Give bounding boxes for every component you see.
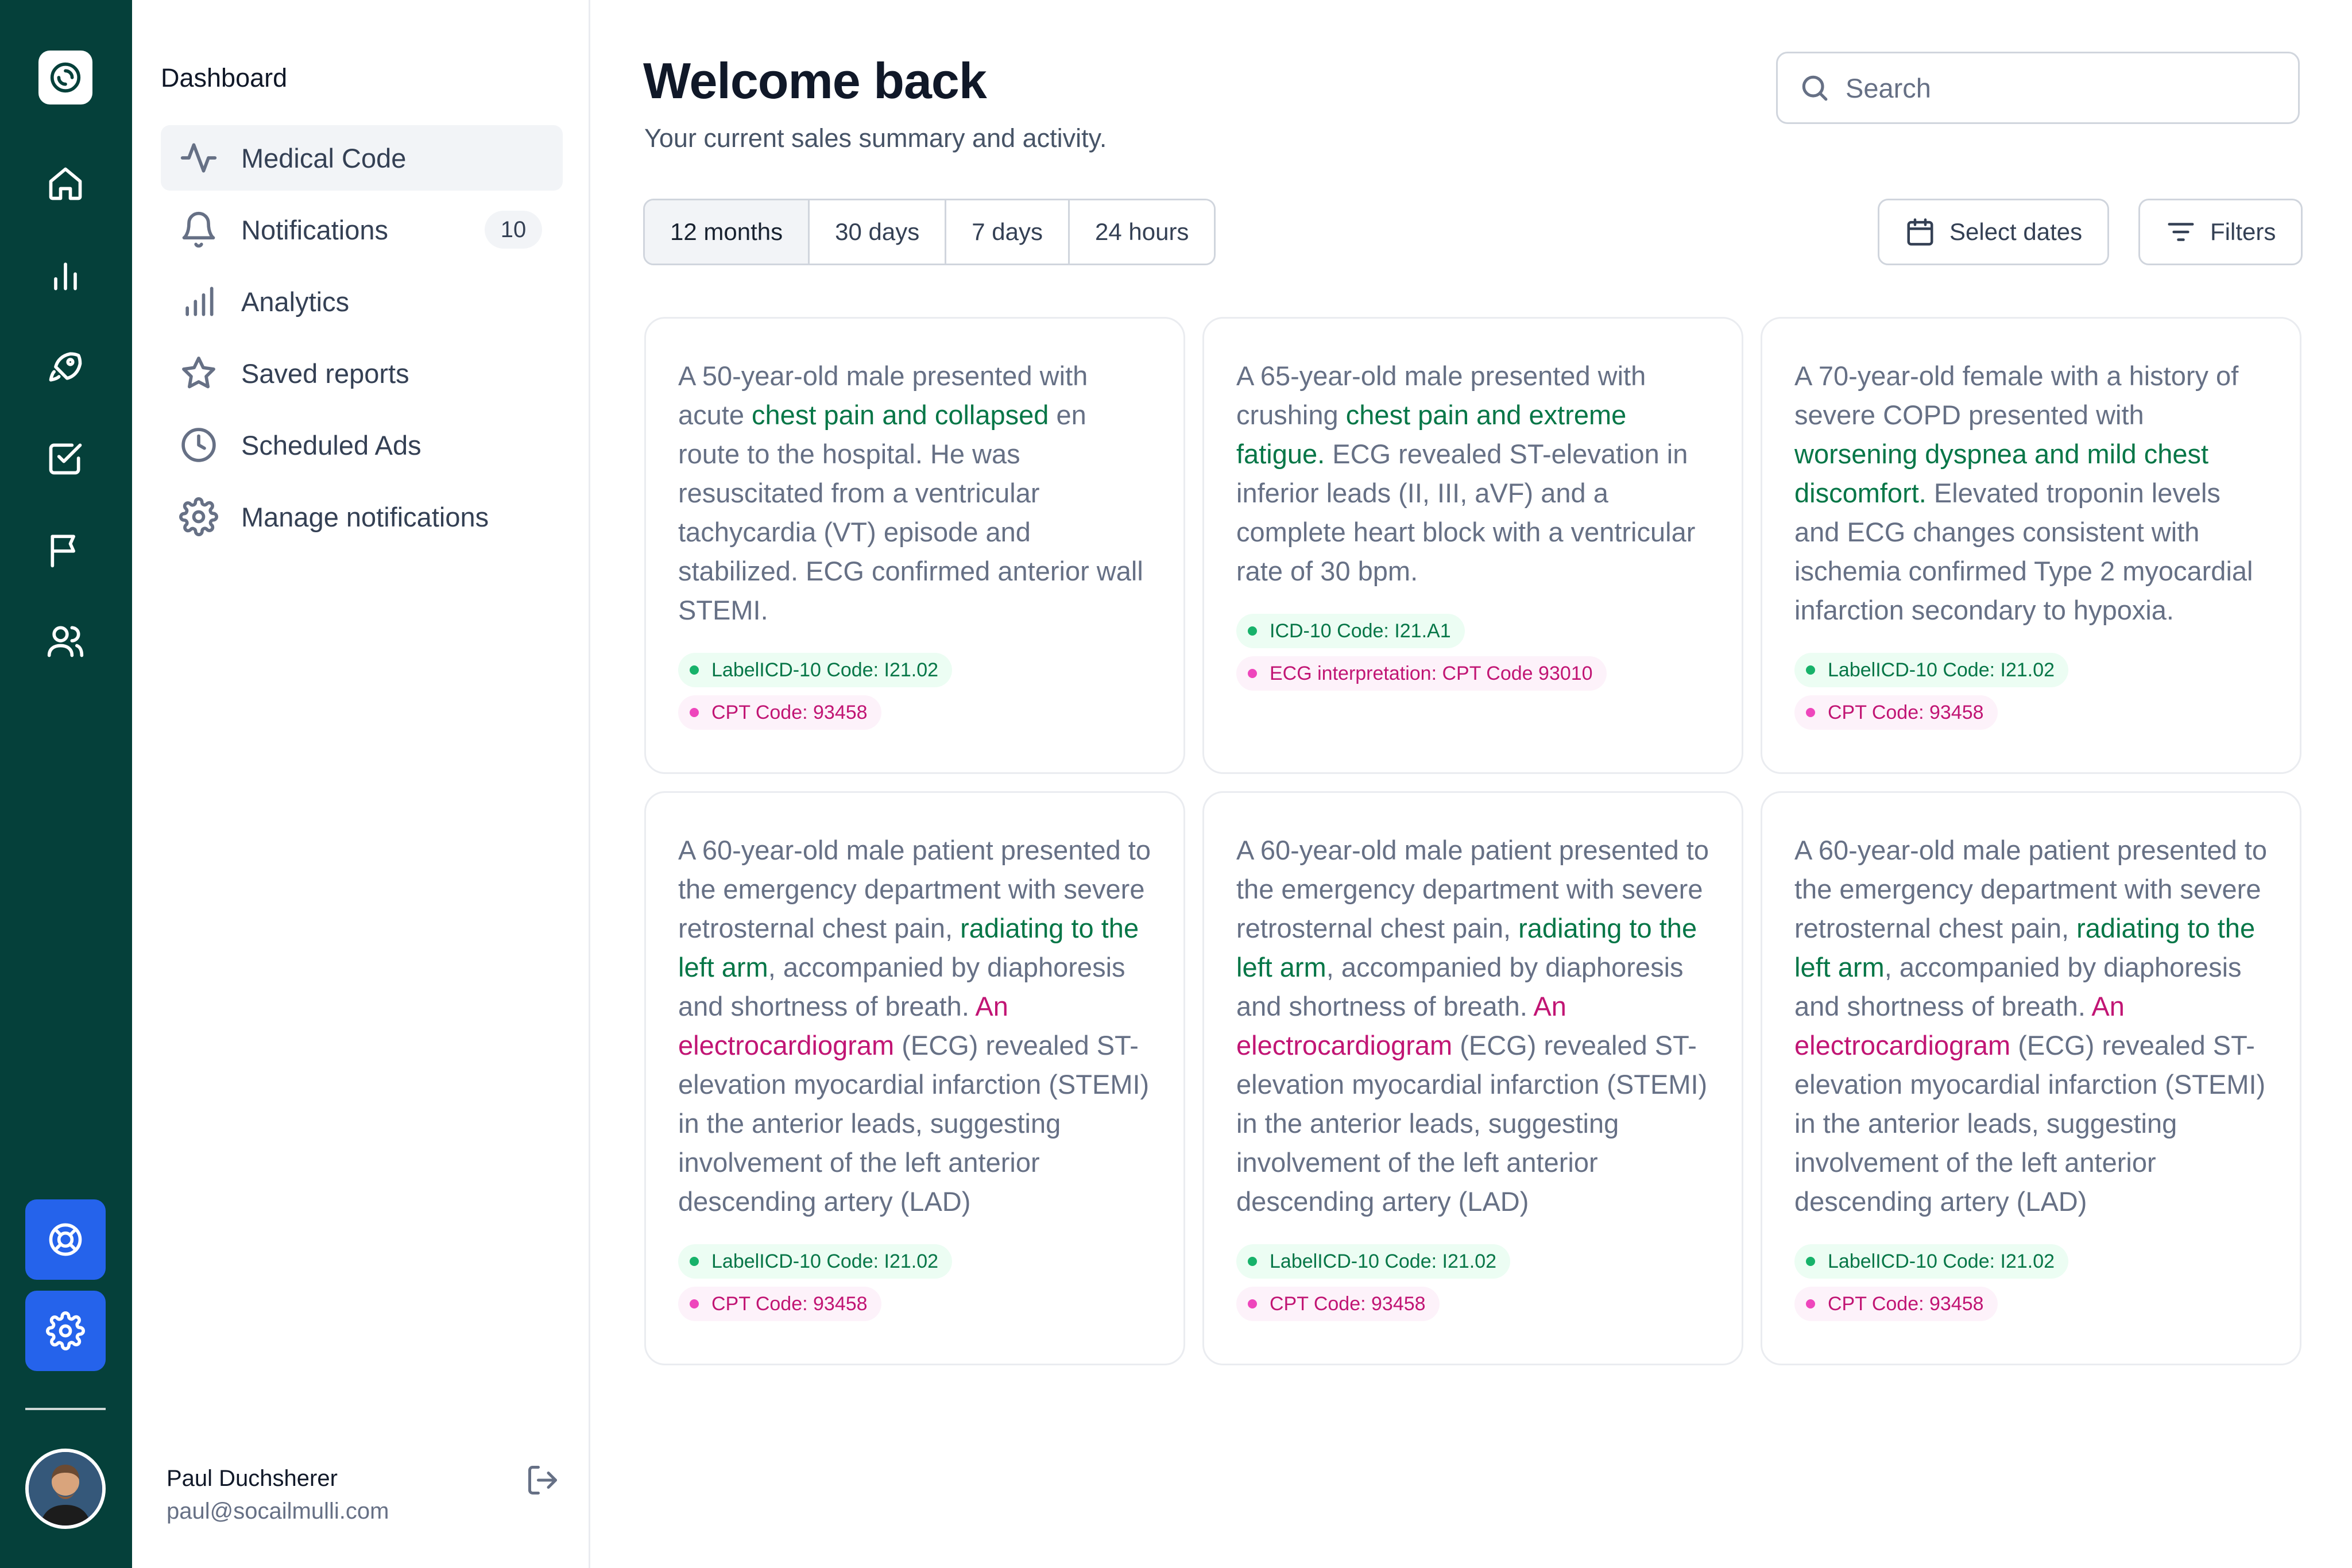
icd-code-tag: LabelICD-10 Code: I21.02 <box>678 1244 953 1279</box>
case-description: A 60-year-old male patient presented to … <box>678 831 1151 1221</box>
cpt-code-tag: CPT Code: 93458 <box>1794 695 1998 730</box>
cpt-code-tag: CPT Code: 93458 <box>678 1287 881 1321</box>
case-card[interactable]: A 50-year-old male presented with acute … <box>644 317 1185 774</box>
life-buoy-icon[interactable] <box>25 1199 106 1280</box>
settings-icon[interactable] <box>25 1291 106 1371</box>
highlight-symptom: chest pain and collapsed <box>752 400 1049 430</box>
range-7-days[interactable]: 7 days <box>946 200 1070 264</box>
search-icon <box>1802 75 1828 101</box>
filters-button[interactable]: Filters <box>2138 199 2303 265</box>
case-text: en route to the hospital. He was resusci… <box>678 400 1143 625</box>
icd-code-tag: ICD-10 Code: I21.A1 <box>1236 614 1465 648</box>
cpt-code-tag: CPT Code: 93458 <box>678 695 881 730</box>
logo-icon[interactable] <box>38 51 92 104</box>
flag-icon[interactable] <box>25 509 106 590</box>
home-icon[interactable] <box>25 144 106 224</box>
user-email: paul@socailmulli.com <box>167 1499 389 1524</box>
cpt-code-tag: CPT Code: 93458 <box>1794 1287 1998 1321</box>
sidebar-item-manage-notifications[interactable]: Manage notifications <box>161 484 563 549</box>
rocket-icon[interactable] <box>25 327 106 407</box>
logout-icon <box>528 1466 557 1495</box>
case-text: A 70-year-old female with a history of s… <box>1794 361 2239 430</box>
sidebar-title: Dashboard <box>161 63 288 92</box>
sidebar-item-medical-code[interactable]: Medical Code <box>161 125 563 191</box>
search-box[interactable] <box>1776 52 2300 124</box>
page-title: Welcome back <box>643 52 987 109</box>
case-description: A 60-year-old male patient presented to … <box>1236 831 1709 1221</box>
case-description: A 70-year-old female with a history of s… <box>1794 357 2268 630</box>
secondary-sidebar: Dashboard Medical Code Notifications 10 … <box>132 0 590 1568</box>
notification-count-badge: 10 <box>485 211 542 249</box>
case-card[interactable]: A 60-year-old male patient presented to … <box>1202 791 1743 1365</box>
icon-rail <box>0 0 132 1568</box>
time-range-selector: 12 months 30 days 7 days 24 hours <box>643 199 1216 265</box>
bar-chart-icon <box>185 287 214 316</box>
case-card[interactable]: A 60-year-old male patient presented to … <box>644 791 1185 1365</box>
clock-icon <box>181 428 216 462</box>
icd-code-tag: LabelICD-10 Code: I21.02 <box>1794 1244 2069 1279</box>
sidebar-item-label: Analytics <box>241 286 350 317</box>
sidebar-item-notifications[interactable]: Notifications 10 <box>161 197 563 262</box>
select-dates-label: Select dates <box>1949 218 2083 245</box>
sidebar-item-label: Saved reports <box>241 358 409 389</box>
case-card[interactable]: A 70-year-old female with a history of s… <box>1761 317 2301 774</box>
case-card[interactable]: A 60-year-old male patient presented to … <box>1761 791 2301 1365</box>
case-description: A 50-year-old male presented with acute … <box>678 357 1151 630</box>
icd-code-tag: LabelICD-10 Code: I21.02 <box>1236 1244 1511 1279</box>
calendar-icon <box>1907 218 1933 246</box>
user-name: Paul Duchsherer <box>167 1466 338 1491</box>
check-square-icon[interactable] <box>25 418 106 498</box>
bell-icon <box>182 211 215 248</box>
gear-icon <box>179 497 218 536</box>
case-description: A 65-year-old male presented with crushi… <box>1236 357 1709 591</box>
bar-chart-icon[interactable] <box>25 235 106 316</box>
activity-icon <box>180 143 217 173</box>
sidebar-item-label: Scheduled Ads <box>241 429 421 460</box>
star-icon <box>182 357 215 389</box>
sidebar-item-label: Medical Code <box>241 142 407 173</box>
users-icon[interactable] <box>25 601 106 681</box>
cpt-code-tag: CPT Code: 93458 <box>1236 1287 1440 1321</box>
sidebar-item-scheduled-ads[interactable]: Scheduled Ads <box>161 412 563 478</box>
cpt-code-tag: ECG interpretation: CPT Code 93010 <box>1236 656 1607 691</box>
page-subtitle: Your current sales summary and activity. <box>644 123 1107 153</box>
icd-code-tag: LabelICD-10 Code: I21.02 <box>678 653 953 687</box>
case-description: A 60-year-old male patient presented to … <box>1794 831 2268 1221</box>
select-dates-button[interactable]: Select dates <box>1878 199 2110 265</box>
case-card[interactable]: A 65-year-old male presented with crushi… <box>1202 317 1743 774</box>
sidebar-item-analytics[interactable]: Analytics <box>161 269 563 334</box>
icd-code-tag: LabelICD-10 Code: I21.02 <box>1794 653 2069 687</box>
range-12-months[interactable]: 12 months <box>645 200 810 264</box>
avatar[interactable] <box>25 1449 106 1529</box>
logout-button[interactable] <box>523 1460 563 1500</box>
filter-lines-icon <box>2168 223 2194 241</box>
filters-label: Filters <box>2210 218 2276 245</box>
rail-divider <box>25 1408 106 1410</box>
search-input[interactable] <box>1846 72 2282 104</box>
sidebar-item-label: Notifications <box>241 214 388 245</box>
range-24-hours[interactable]: 24 hours <box>1069 200 1214 264</box>
sidebar-item-saved-reports[interactable]: Saved reports <box>161 340 563 406</box>
sidebar-item-label: Manage notifications <box>241 501 489 532</box>
range-30-days[interactable]: 30 days <box>810 200 947 264</box>
